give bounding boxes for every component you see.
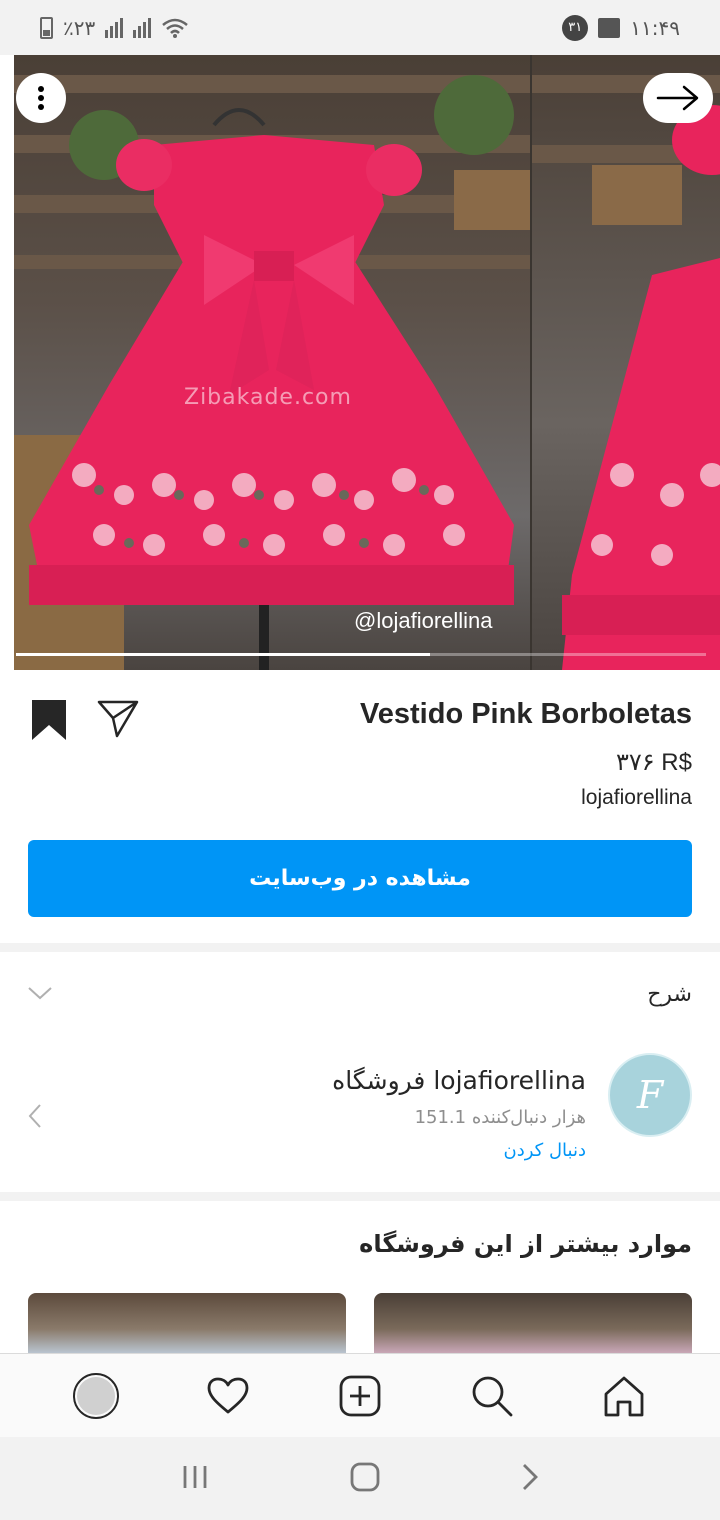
watermark: Zibakade.com xyxy=(184,385,352,410)
section-divider xyxy=(0,1192,720,1201)
save-button[interactable] xyxy=(30,698,68,746)
chevron-down-icon xyxy=(28,987,52,1000)
product-price: ۳۷۶ R$ xyxy=(615,749,692,776)
shop-avatar-letter: F xyxy=(636,1073,664,1117)
image-progress-bar xyxy=(16,653,706,656)
more-vertical-icon xyxy=(38,86,44,110)
notification-badge: ۳۱ xyxy=(562,14,589,41)
product-thumbnail[interactable] xyxy=(374,1293,692,1353)
recent-apps-button[interactable] xyxy=(181,1464,209,1494)
wifi-icon xyxy=(162,18,189,38)
share-button[interactable] xyxy=(97,698,139,742)
next-dress-illustration xyxy=(532,75,720,670)
bottom-navigation xyxy=(0,1353,720,1437)
home-icon xyxy=(604,1376,644,1416)
nav-home[interactable] xyxy=(594,1366,654,1426)
product-info: Vestido Pink Borboletas ۳۷۶ R$ lojafiore… xyxy=(0,670,720,942)
battery-percentage: ٪۲۳ xyxy=(63,15,96,40)
gallery-notification-icon xyxy=(598,17,621,38)
back-system-button[interactable] xyxy=(521,1462,539,1496)
nav-profile[interactable] xyxy=(66,1366,126,1426)
next-image-button[interactable] xyxy=(643,73,713,123)
product-thumbnail[interactable] xyxy=(28,1293,346,1353)
image-handle-tag: @lojafiorellina xyxy=(354,608,493,633)
section-divider xyxy=(0,943,720,952)
home-system-button[interactable] xyxy=(350,1462,380,1496)
dress-illustration xyxy=(14,75,530,670)
status-bar: ٪۲۳ ۳۱ ۱۱:۴۹ xyxy=(0,0,720,55)
next-product-image-preview[interactable] xyxy=(532,55,720,670)
shop-avatar[interactable]: F xyxy=(608,1053,692,1137)
open-shop-button[interactable] xyxy=(27,1103,43,1133)
nav-activity[interactable] xyxy=(198,1366,258,1426)
home-square-icon xyxy=(350,1462,380,1491)
bookmark-icon xyxy=(32,700,66,740)
recent-apps-icon xyxy=(183,1465,207,1488)
shop-name[interactable]: فروشگاه lojafiorellina xyxy=(332,1066,586,1095)
clock: ۱۱:۴۹ xyxy=(630,15,680,40)
nav-create[interactable] xyxy=(330,1366,390,1426)
heart-icon xyxy=(207,1377,249,1413)
status-right: ۳۱ ۱۱:۴۹ xyxy=(562,14,680,41)
more-from-shop-title: موارد بیشتر از این فروشگاه xyxy=(359,1230,692,1258)
chevron-left-icon xyxy=(28,1104,41,1128)
view-on-website-button[interactable]: مشاهده در وب‌سایت xyxy=(28,840,692,917)
arrow-right-icon xyxy=(656,85,699,111)
search-icon xyxy=(472,1376,513,1416)
merchant-name[interactable]: lojafiorellina xyxy=(581,786,692,810)
system-navigation-bar xyxy=(0,1437,720,1520)
product-image[interactable] xyxy=(14,55,530,670)
nav-search[interactable] xyxy=(462,1366,522,1426)
profile-avatar-icon xyxy=(73,1372,119,1419)
follow-button[interactable]: دنبال کردن xyxy=(504,1140,586,1161)
product-title: Vestido Pink Borboletas xyxy=(360,698,692,730)
description-label[interactable]: شرح xyxy=(647,982,692,1007)
image-progress-fill xyxy=(16,653,430,656)
status-left: ٪۲۳ xyxy=(40,16,189,40)
chevron-right-icon xyxy=(523,1463,539,1490)
shop-followers: 151.1 هزار دنبال‌کننده xyxy=(414,1107,586,1128)
battery-icon xyxy=(40,16,53,39)
more-options-button[interactable] xyxy=(16,73,66,123)
expand-description-button[interactable] xyxy=(27,985,53,1005)
signal-icon-2 xyxy=(133,17,152,38)
product-image-carousel[interactable]: Zibakade.com @lojafiorellina xyxy=(14,55,720,670)
send-icon xyxy=(97,700,139,738)
signal-icon xyxy=(105,17,124,38)
add-post-icon xyxy=(339,1375,381,1416)
